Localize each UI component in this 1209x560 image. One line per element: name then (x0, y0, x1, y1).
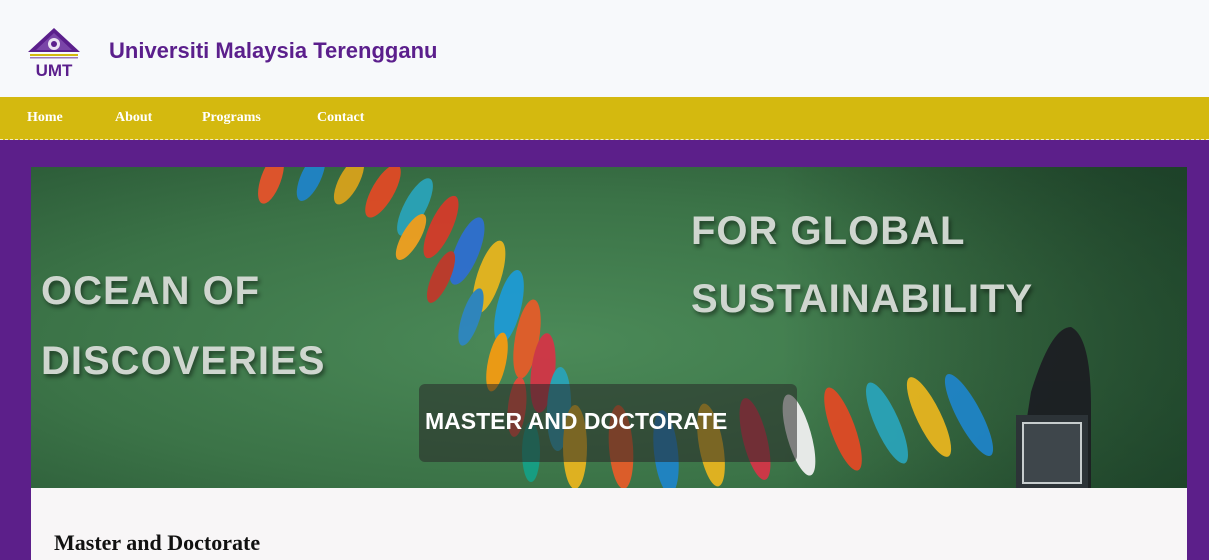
hero-caption-box: MASTER AND DOCTORATE (419, 384, 797, 462)
page: UMT Universiti Malaysia Terengganu Home … (0, 0, 1209, 560)
site-header: UMT Universiti Malaysia Terengganu (0, 0, 1209, 97)
hero-headline-left-line-2: DISCOVERIES (41, 339, 326, 383)
site-title[interactable]: Universiti Malaysia Terengganu (109, 38, 437, 64)
logo-wordmark: UMT (36, 61, 73, 80)
umt-logo[interactable]: UMT (24, 24, 84, 80)
nav-home-link[interactable]: Home (27, 110, 63, 126)
section-title: Master and Doctorate (54, 530, 261, 555)
hero-headline-right-line-1: FOR GLOBAL (691, 209, 966, 253)
hero-headline-left-line-1: OCEAN OF (41, 269, 261, 313)
main-nav: Home About Programs Contact (0, 97, 1209, 140)
hero-banner: OCEAN OF DISCOVERIES FOR GLOBAL SUSTAINA… (31, 167, 1187, 488)
hero-headline-right-line-2: SUSTAINABILITY (691, 277, 1034, 321)
nav-programs-link[interactable]: Programs (202, 110, 261, 126)
main-content: Master and Doctorate (31, 488, 1187, 560)
hero-caption: MASTER AND DOCTORATE (425, 408, 728, 434)
nav-about-link[interactable]: About (115, 110, 152, 126)
nav-contact-link[interactable]: Contact (317, 110, 364, 126)
